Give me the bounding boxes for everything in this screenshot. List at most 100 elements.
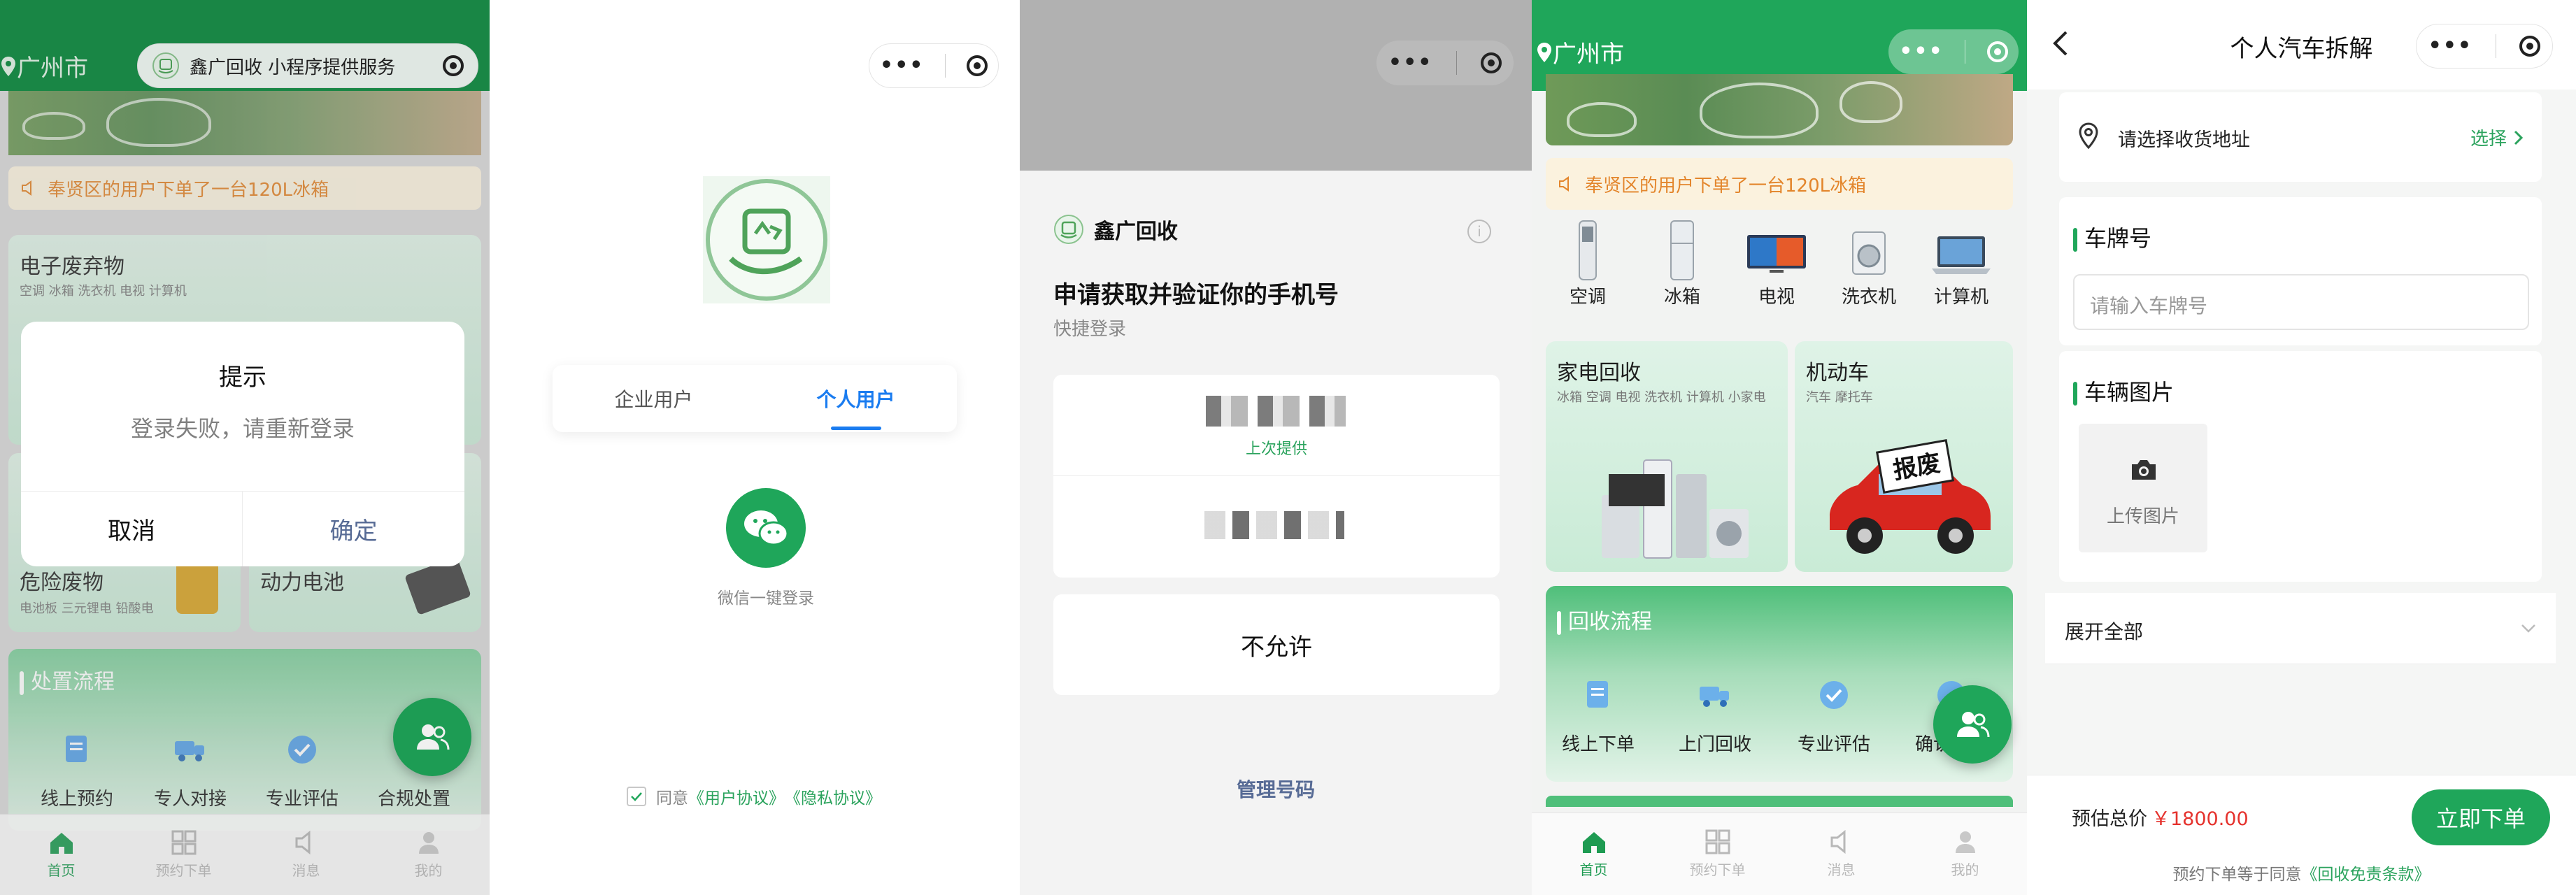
process-title: 回收流程 [1568, 610, 1652, 634]
tab-messages[interactable]: 消息 [1779, 813, 1903, 895]
close-miniprogram-icon[interactable] [2519, 36, 2541, 57]
users-icon [1957, 712, 1990, 738]
category-fridge[interactable]: 冰箱 [1640, 218, 1724, 308]
grid-icon [1705, 829, 1730, 854]
close-miniprogram-icon[interactable] [967, 55, 988, 76]
order-now-button[interactable]: 立即下单 [2412, 789, 2550, 845]
category-washing-machine[interactable]: 洗衣机 [1827, 218, 1911, 308]
city-label: 广州市 [1553, 41, 1624, 69]
tab-profile[interactable]: 我的 [1903, 813, 2027, 895]
category-air-conditioner[interactable]: 空调 [1546, 218, 1630, 308]
active-tab-indicator [831, 427, 881, 430]
more-icon[interactable]: ••• [2428, 36, 2473, 57]
images-label: 车辆图片 [2084, 379, 2175, 406]
plate-label: 车牌号 [2084, 225, 2152, 252]
category-row: 空调 冰箱 电视 洗衣机 计算机 [1532, 218, 2027, 330]
agree-prefix: 同意 [656, 789, 688, 808]
alert-dialog: 提示 登录失败，请重新登录 取消 确定 [21, 322, 464, 566]
close-miniprogram-icon[interactable] [1986, 41, 2008, 62]
agreement-row: 同意 《用户协议》 《隐私协议》 [627, 785, 881, 808]
user-agreement-link[interactable]: 《用户协议》 [688, 785, 785, 808]
title-accent [2073, 382, 2077, 406]
terms-link[interactable]: 《回收免责条款》 [2302, 861, 2431, 885]
tab-label: 消息 [1827, 861, 1856, 878]
panel-home: 广州市 ••• 奉贤区的用户下单了一台120L冰箱 空调 冰箱 电视 洗衣机 计… [1532, 0, 2027, 895]
card-appliance-recycle[interactable]: 家电回收 冰箱 空调 电视 洗衣机 计算机 小家电 [1546, 341, 1788, 572]
panel-login: ••• 企业用户 个人用户 微信一键登录 同意 《用户协议》 《隐私协议》 [490, 0, 1020, 895]
privacy-agreement-link[interactable]: 《隐私协议》 [785, 785, 881, 808]
wechat-login-label: 微信一键登录 [718, 589, 814, 608]
notice-text: 奉贤区的用户下单了一台120L冰箱 [1585, 175, 1867, 196]
app-logo-icon [1054, 215, 1083, 244]
tab-order[interactable]: 预约下单 [1656, 813, 1779, 895]
phone-option-1[interactable]: 上次提供 [1053, 375, 1500, 475]
address-placeholder: 请选择收货地址 [2118, 129, 2250, 151]
check-badge-icon [1820, 681, 1848, 709]
category-tv[interactable]: 电视 [1735, 218, 1819, 308]
upload-image-button[interactable]: 上传图片 [2079, 424, 2207, 552]
more-icon[interactable]: ••• [1899, 41, 1944, 62]
category-label: 电视 [1758, 287, 1795, 308]
dialog-message: 登录失败，请重新登录 [130, 415, 355, 442]
wechat-icon [744, 510, 789, 546]
speaker-icon [1830, 829, 1845, 854]
check-icon [631, 792, 642, 801]
expand-label: 展开全部 [2065, 620, 2144, 643]
masked-phone-number [1206, 396, 1346, 427]
auth-subheading: 快捷登录 [1053, 319, 1127, 340]
tab-enterprise[interactable]: 企业用户 [553, 365, 755, 432]
process-title-wrap: 回收流程 [1557, 604, 1652, 635]
truck-icon [1700, 687, 1729, 707]
more-icon[interactable]: ••• [880, 55, 925, 76]
category-label: 计算机 [1933, 287, 1988, 308]
close-miniprogram-icon[interactable] [1481, 52, 1502, 73]
user-type-tabs: 企业用户 个人用户 [553, 365, 957, 432]
tab-home[interactable]: 首页 [1532, 813, 1656, 895]
dialog-title: 提示 [219, 364, 266, 392]
flow-step-label: 专业评估 [1797, 734, 1870, 755]
cancel-button[interactable]: 取消 [21, 492, 242, 566]
speaker-icon [1559, 176, 1569, 192]
location-pin-icon [2079, 122, 2098, 150]
category-computer[interactable]: 计算机 [1919, 218, 2003, 308]
deny-button[interactable]: 不允许 [1053, 594, 1500, 695]
category-label: 冰箱 [1663, 287, 1700, 308]
vehicle-images-section: 车辆图片 上传图片 [2059, 351, 2542, 582]
category-label: 洗衣机 [1841, 287, 1896, 308]
user-icon [1955, 831, 1975, 853]
card-title: 家电回收 [1557, 361, 1641, 385]
divider [1456, 51, 1458, 75]
more-icon[interactable]: ••• [1388, 52, 1433, 73]
info-icon[interactable]: i [1467, 220, 1491, 243]
tv-icon [1747, 235, 1806, 273]
tab-bar: 首页 预约下单 消息 我的 [1532, 812, 2027, 895]
tab-personal[interactable]: 个人用户 [755, 365, 957, 432]
plate-input[interactable]: 请输入车牌号 [2073, 274, 2529, 330]
agree-checkbox[interactable] [627, 787, 646, 806]
air-conditioner-icon [1579, 220, 1597, 280]
home-icon [1582, 832, 1605, 853]
recycle-logo-icon [706, 179, 827, 301]
bottom-order-bar: 预估总价 ￥1800.00 立即下单 预约下单等于同意 《回收免责条款》 [2027, 775, 2576, 895]
card-vehicle[interactable]: 机动车 汽车 摩托车 报废 [1795, 341, 2013, 572]
process-card: 回收流程 线上下单 上门回收 专业评估 确认回收 [1546, 586, 2013, 782]
wechat-login-button[interactable] [726, 488, 806, 568]
title-accent [1557, 610, 1561, 635]
confirm-button[interactable]: 确定 [243, 492, 464, 566]
expand-all-row[interactable]: 展开全部 [2045, 593, 2556, 664]
select-address-link[interactable]: 选择 [2470, 124, 2525, 150]
customer-service-button[interactable] [1933, 685, 2012, 764]
address-row[interactable]: 请选择收货地址 选择 [2059, 92, 2542, 182]
phone-option-2[interactable] [1053, 476, 1500, 578]
panel-car-dismantle-order: 个人汽车拆解 ••• 请选择收货地址 选择 车牌号 请输入车牌号 车辆图片 上传… [2027, 0, 2576, 895]
location-pin-icon [1537, 42, 1551, 62]
chevron-down-icon [2521, 624, 2535, 633]
manage-numbers-link[interactable]: 管理号码 [1020, 775, 1532, 803]
plate-placeholder: 请输入车牌号 [2090, 294, 2208, 317]
city-selector[interactable]: 广州市 [1536, 35, 1624, 69]
panel-home-login-failed: 广州市 鑫广回收 小程序提供服务 奉贤区的用户下单了一台120L冰箱 电子废弃物… [0, 0, 490, 895]
home-banner [1546, 74, 2013, 145]
divider [945, 54, 946, 78]
masked-phone-number [1204, 511, 1344, 539]
phone-list: 上次提供 [1053, 375, 1500, 578]
